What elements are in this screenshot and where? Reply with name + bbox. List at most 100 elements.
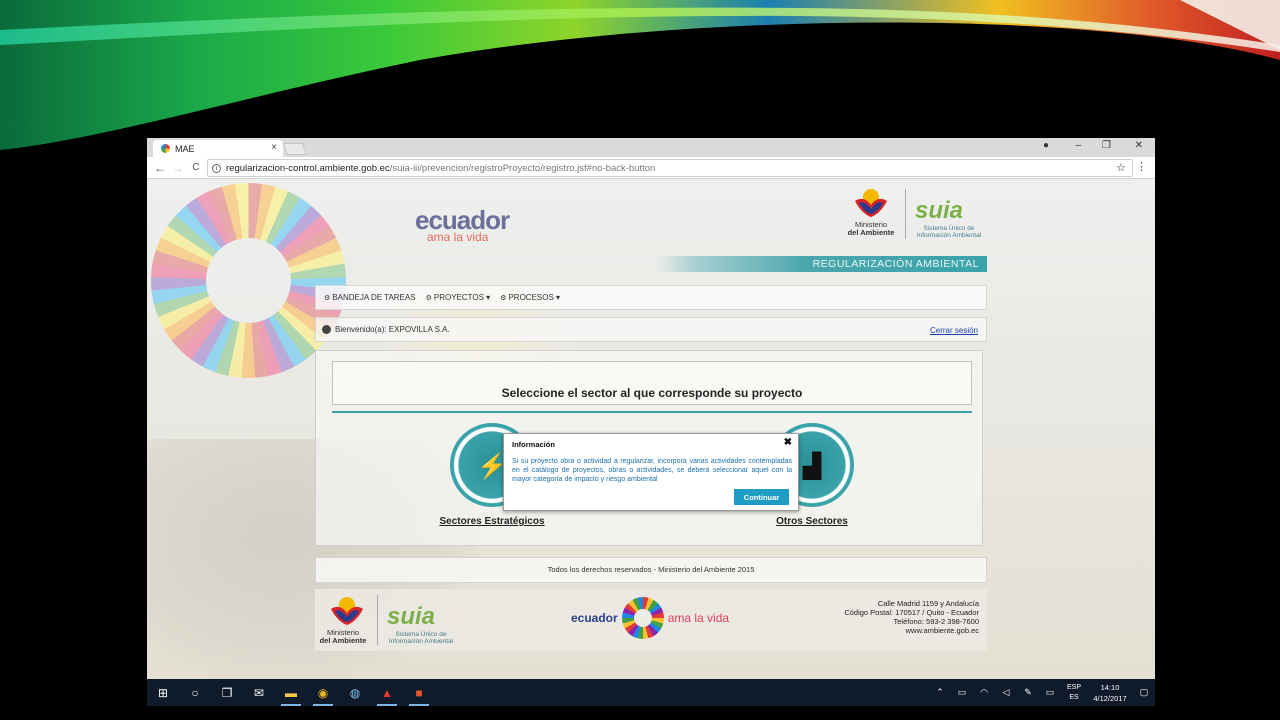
welcome-bar: Bienvenido(a): EXPOVILLA S.A. Cerrar ses…: [315, 317, 987, 342]
copyright-bar: Todos los derechos reservados - Minister…: [315, 557, 987, 583]
keyboard-icon[interactable]: ▭: [1039, 687, 1061, 698]
url-path: /suia-iii/prevencion/registroProyecto/re…: [389, 162, 656, 174]
gear-icon: ⚙: [324, 294, 331, 302]
title-underline: [332, 411, 972, 413]
favicon-icon: [161, 144, 170, 153]
information-dialog: Información ✖ Si su proyecto obra o acti…: [503, 433, 799, 511]
menu-label: PROCESOS ▾: [508, 293, 561, 302]
footer-ecuador-logo: ecuador ama la vida: [571, 597, 729, 639]
ecuador-ring-icon: [621, 597, 664, 639]
windows-taskbar: ⊞ ○ ❐ ✉ ▬ ◉ ◍ ▲ ■ ⌃ ▭ ◠ ◁ ✎ ▭ ESP ES 14:1…: [147, 679, 1155, 706]
mae-name-line-2: del Ambiente: [847, 228, 895, 237]
pen-icon[interactable]: ✎: [1017, 687, 1039, 698]
info-icon[interactable]: i: [212, 163, 221, 173]
address-line: Calle Madrid 1159 y Andalucía: [877, 599, 979, 608]
dialog-title: Información: [512, 440, 555, 449]
system-tray: ⌃ ▭ ◠ ◁ ✎ ▭ ESP ES 14:10 4/12/2017 ▢: [929, 679, 1155, 706]
url-field[interactable]: i regularizacion-control.ambiente.gob.ec…: [207, 159, 1133, 177]
continue-button[interactable]: Continuar: [734, 489, 789, 505]
footer-logos: Ministerio del Ambiente suia Sistema Únic…: [315, 589, 987, 651]
search-icon[interactable]: ○: [179, 679, 211, 706]
magnifier-app-icon[interactable]: ◍: [339, 679, 371, 706]
postal-code-line: Código Postal: 170517 / Quito - Ecuador: [844, 608, 979, 617]
decorative-mandala: [151, 183, 346, 378]
gear-icon: ⚙: [425, 294, 432, 302]
menu-label: PROYECTOS ▾: [433, 293, 491, 302]
clock-date: 4/12/2017: [1093, 693, 1127, 703]
sector-otros-label[interactable]: Otros Sectores: [752, 516, 872, 527]
tab-bar: MAE × ● – ❐ ✕: [147, 138, 1155, 157]
decorative-swoosh: [0, 0, 1280, 150]
notifications-icon[interactable]: ▢: [1133, 687, 1155, 698]
task-view-icon[interactable]: ❐: [211, 679, 243, 706]
powerpoint-icon[interactable]: ■: [403, 679, 435, 706]
footer-ecuador-word: ecuador: [571, 611, 618, 625]
footer-ecuador-tagline: ama la vida: [667, 611, 730, 625]
footer-mae-name-line-2: del Ambiente: [319, 636, 367, 645]
footer-suia-word: suia: [387, 603, 436, 630]
mae-bird-icon: [855, 189, 887, 217]
welcome-text: Bienvenido(a): EXPOVILLA S.A.: [335, 325, 450, 334]
restore-button[interactable]: ❐: [1102, 140, 1111, 151]
menu-label: BANDEJA DE TAREAS: [332, 293, 416, 302]
phone-line: Teléfono: 593-2 398-7600: [893, 617, 980, 626]
website-line: www.ambiente.gob.ec: [905, 626, 979, 635]
regularizacion-banner: REGULARIZACIÓN AMBIENTAL: [657, 256, 987, 272]
bookmark-star-icon[interactable]: ☆: [1116, 161, 1126, 174]
mae-suia-logo: Ministerio del Ambiente suia Sistema Únic…: [847, 187, 987, 243]
presentation-slide: MAE × ● – ❐ ✕ ← → C i regularizacion-con…: [0, 0, 1280, 720]
footer-suia-subtitle: Sistema Único de Información Ambiental: [388, 631, 454, 645]
acrobat-icon[interactable]: ▲: [371, 679, 403, 706]
reload-button[interactable]: C: [187, 162, 205, 173]
page-title: Seleccione el sector al que corresponde …: [501, 386, 803, 400]
dialog-close-icon[interactable]: ✖: [784, 437, 792, 448]
wifi-icon[interactable]: ◠: [973, 687, 995, 698]
suia-subtitle: Sistema Único de Información Ambiental: [916, 225, 982, 239]
menu-bandeja-de-tareas[interactable]: ⚙ BANDEJA DE TAREAS: [324, 293, 416, 302]
contact-address: Calle Madrid 1159 y Andalucía Código Pos…: [844, 599, 979, 635]
forward-button[interactable]: →: [169, 161, 187, 175]
address-bar-row: ← → C i regularizacion-control.ambiente.…: [147, 157, 1155, 179]
language-indicator[interactable]: ESP ES: [1061, 683, 1087, 703]
logo-divider: [905, 189, 906, 239]
web-page: ecuador ama la vida Ministerio del Ambien…: [147, 179, 1155, 680]
gear-icon: ⚙: [500, 294, 507, 302]
footer-mae-suia-logo: Ministerio del Ambiente suia Sistema Únic…: [319, 593, 469, 647]
profile-icon[interactable]: ●: [1043, 140, 1049, 151]
keyboard-layout: ES: [1069, 693, 1079, 701]
tab-title: MAE: [175, 143, 195, 154]
clock-time: 14:10: [1100, 682, 1120, 692]
regularizacion-text: REGULARIZACIÓN AMBIENTAL: [812, 258, 979, 270]
browser-menu-icon[interactable]: ⋮: [1136, 160, 1147, 173]
start-button[interactable]: ⊞: [147, 679, 179, 706]
browser-window: MAE × ● – ❐ ✕ ← → C i regularizacion-con…: [147, 138, 1155, 706]
language-code: ESP: [1066, 683, 1081, 691]
chrome-icon[interactable]: ◉: [307, 679, 339, 706]
clock[interactable]: 14:10 4/12/2017: [1087, 682, 1133, 704]
chevron-up-icon[interactable]: ⌃: [929, 687, 951, 698]
footer-mae-name: Ministerio del Ambiente: [319, 629, 367, 645]
url-host: regularizacion-control.ambiente.gob.ec: [226, 162, 390, 174]
suia-word: suia: [915, 197, 964, 224]
new-tab-button[interactable]: [282, 143, 308, 155]
minimize-button[interactable]: –: [1075, 140, 1081, 151]
battery-icon[interactable]: ▭: [951, 687, 973, 698]
close-tab-icon[interactable]: ×: [271, 142, 277, 153]
menu-proyectos[interactable]: ⚙ PROYECTOS ▾: [426, 293, 491, 302]
user-icon: [322, 325, 331, 334]
mail-icon[interactable]: ✉: [243, 679, 275, 706]
file-explorer-icon[interactable]: ▬: [275, 679, 307, 706]
menu-procesos[interactable]: ⚙ PROCESOS ▾: [500, 293, 560, 302]
logout-link[interactable]: Cerrar sesión: [930, 326, 978, 335]
close-window-button[interactable]: ✕: [1135, 140, 1143, 151]
volume-icon[interactable]: ◁: [995, 687, 1017, 698]
dialog-message: Si su proyecto obra o actividad a regula…: [512, 458, 792, 483]
sector-estrategicos-label[interactable]: Sectores Estratégicos: [432, 516, 552, 527]
ecuador-logo: ecuador ama la vida: [415, 205, 510, 244]
back-button[interactable]: ←: [151, 161, 169, 175]
browser-tab[interactable]: MAE ×: [153, 140, 283, 157]
title-box: Seleccione el sector al que corresponde …: [332, 361, 972, 405]
logo-divider: [377, 595, 378, 645]
mae-name: Ministerio del Ambiente: [847, 221, 895, 237]
mae-bird-icon: [331, 597, 363, 625]
